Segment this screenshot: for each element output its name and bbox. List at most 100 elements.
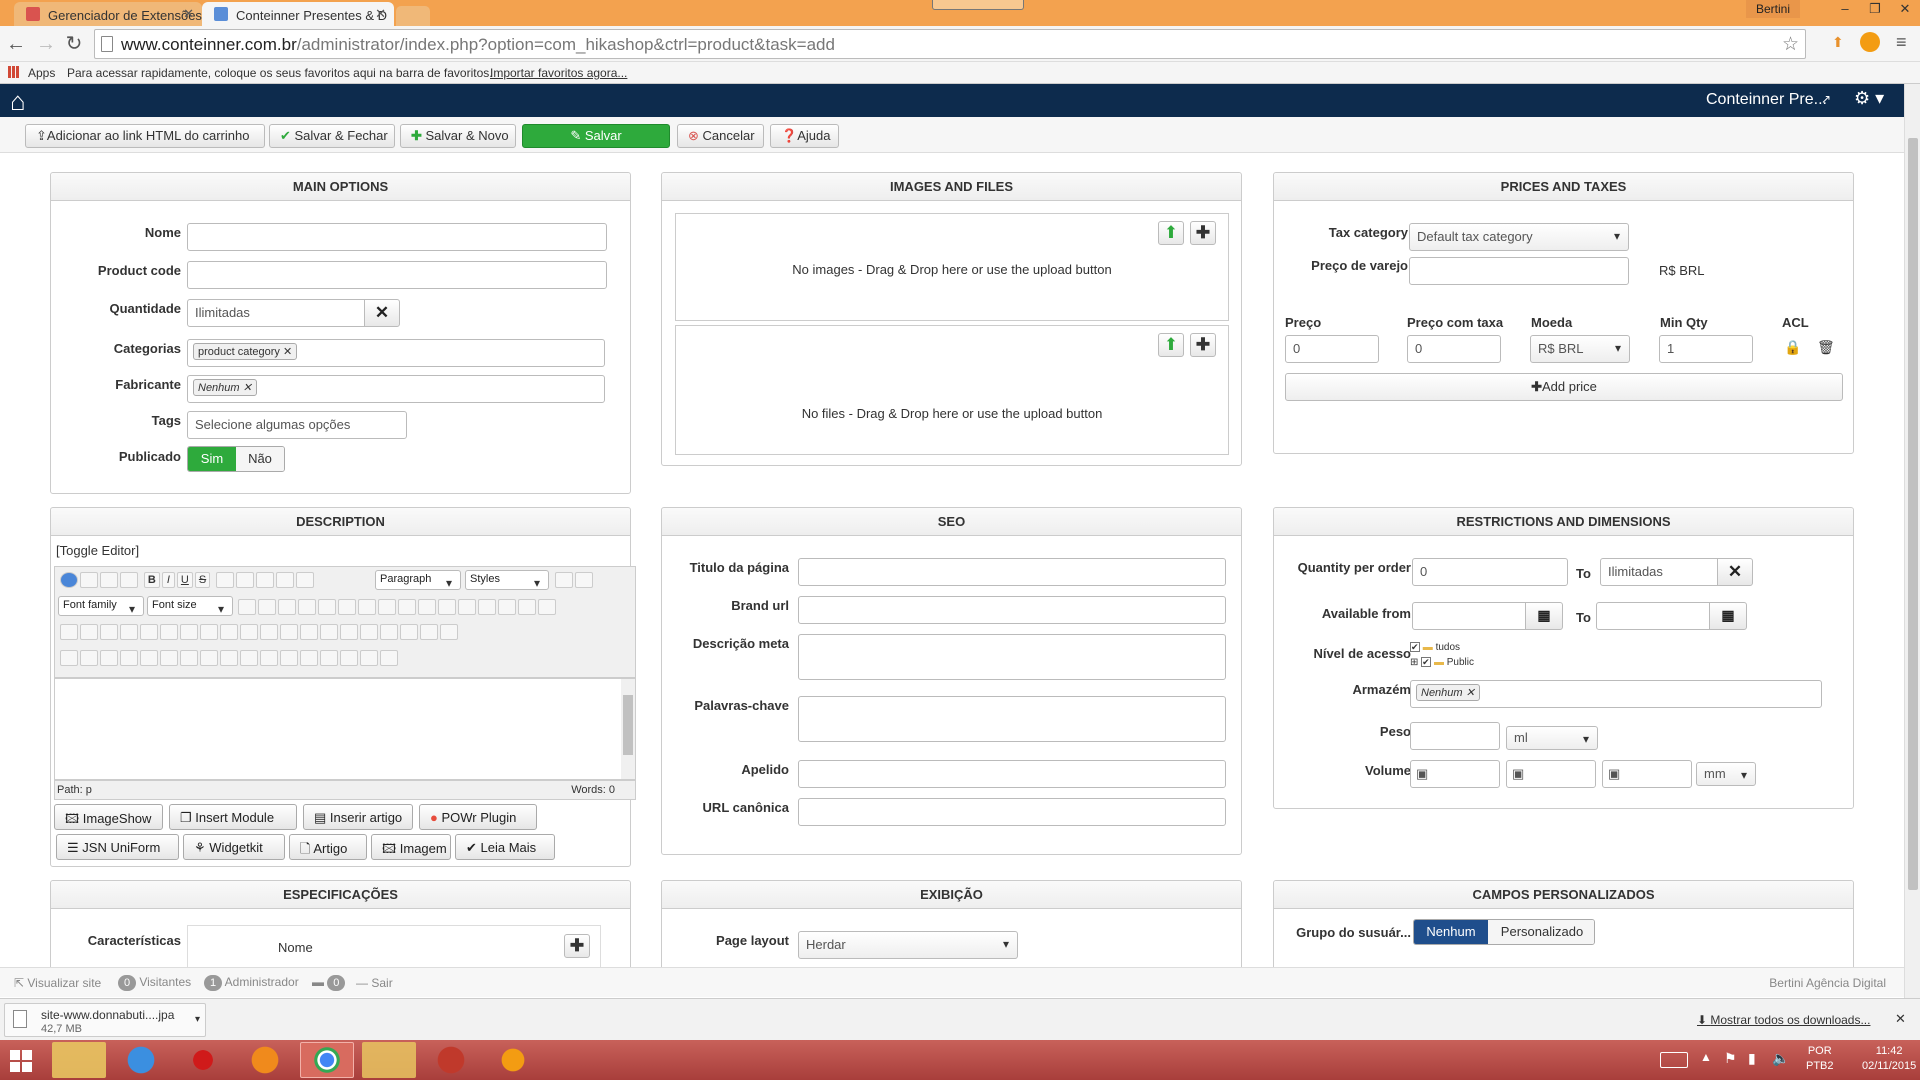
save-close-button[interactable]: ✔ Salvar & Fechar: [269, 124, 395, 148]
user-group-custom-button[interactable]: Personalizado: [1488, 920, 1594, 944]
alias-input[interactable]: [798, 760, 1226, 788]
box-icon[interactable]: [360, 650, 378, 667]
product-code-input[interactable]: [187, 261, 607, 289]
visual-aid-icon[interactable]: [60, 650, 78, 667]
add-price-button[interactable]: ✚Add price: [1285, 373, 1843, 401]
delete-col-icon[interactable]: [340, 624, 358, 641]
rtl-icon[interactable]: [80, 624, 98, 641]
jsn-uniform-button[interactable]: ☰ JSN UniForm: [56, 834, 179, 860]
link-insert-icon[interactable]: [300, 650, 318, 667]
categories-input[interactable]: product category ✕: [187, 339, 605, 367]
messages-status[interactable]: ▬ 0: [312, 975, 346, 991]
qty-min-input[interactable]: 0: [1412, 558, 1568, 586]
apps-icon[interactable]: [8, 66, 20, 78]
align-right-icon[interactable]: [256, 572, 275, 589]
upload-image-icon[interactable]: ⬆: [1158, 221, 1184, 245]
star-icon[interactable]: ☆: [1782, 33, 1799, 56]
eraser-icon[interactable]: [555, 572, 573, 589]
undo-icon[interactable]: [100, 572, 118, 589]
add-feature-icon[interactable]: ✚: [564, 934, 590, 958]
ins-icon[interactable]: [220, 650, 238, 667]
omega-icon[interactable]: [518, 599, 536, 616]
new-doc-icon[interactable]: [80, 572, 98, 589]
print-icon[interactable]: [160, 624, 178, 641]
del-icon[interactable]: [200, 650, 218, 667]
filezilla-icon[interactable]: [424, 1042, 478, 1078]
close-icon[interactable]: ✕: [375, 6, 386, 22]
find-icon[interactable]: [180, 624, 198, 641]
retail-price-input[interactable]: [1409, 257, 1629, 285]
available-to-input[interactable]: [1596, 602, 1710, 630]
blockquote-icon[interactable]: [296, 572, 315, 589]
bold-icon[interactable]: B: [143, 572, 160, 589]
name-input[interactable]: [187, 223, 607, 251]
published-no-button[interactable]: Não: [236, 447, 284, 471]
insert-module-button[interactable]: ❐ Insert Module: [169, 804, 297, 830]
toggle-editor-link[interactable]: [Toggle Editor]: [56, 543, 139, 558]
show-blocks-icon[interactable]: [80, 650, 98, 667]
clean-icon[interactable]: [575, 572, 593, 589]
page-layout-select[interactable]: Herdar: [798, 931, 1018, 959]
fullscreen-icon[interactable]: [100, 624, 118, 641]
calendar-icon[interactable]: ▦: [1525, 602, 1563, 630]
strike-icon[interactable]: S: [194, 572, 211, 589]
insert-layer-icon[interactable]: [440, 624, 458, 641]
download-item[interactable]: site-www.donnabuti....jpa 42,7 MB ▾: [4, 1003, 206, 1037]
preview-icon[interactable]: [120, 624, 138, 641]
ltr-icon[interactable]: [60, 624, 78, 641]
chrome-icon[interactable]: [300, 1042, 354, 1078]
files-dropzone[interactable]: No files - Drag & Drop here or use the u…: [675, 325, 1229, 455]
save-new-button[interactable]: ✚ Salvar & Novo: [400, 124, 516, 148]
italic-icon[interactable]: I: [161, 572, 175, 589]
volume-length-input[interactable]: ▣: [1410, 760, 1500, 788]
col-after-icon[interactable]: [320, 624, 338, 641]
editor-scrollbar[interactable]: [621, 679, 635, 779]
add-image-icon[interactable]: ✚: [1190, 221, 1216, 245]
volume-width-input[interactable]: ▣: [1506, 760, 1596, 788]
network-icon[interactable]: ▮: [1748, 1050, 1756, 1067]
split-cells-icon[interactable]: [360, 624, 378, 641]
category-tag[interactable]: product category ✕: [193, 343, 298, 360]
outdent-icon[interactable]: [378, 599, 396, 616]
meta-description-textarea[interactable]: [798, 634, 1226, 680]
ie-icon[interactable]: [114, 1042, 168, 1078]
page-scrollbar[interactable]: [1904, 84, 1920, 998]
volume-unit-select[interactable]: mm: [1696, 762, 1756, 786]
folder-icon[interactable]: [362, 1042, 416, 1078]
lock-icon[interactable]: 🔒: [1784, 339, 1801, 356]
row-props-icon[interactable]: [420, 624, 438, 641]
hr-icon[interactable]: [538, 599, 556, 616]
manufacturer-input[interactable]: Nenhum ✕: [187, 375, 605, 403]
ordered-list-icon[interactable]: [398, 599, 416, 616]
table-icon[interactable]: [220, 624, 238, 641]
close-icon[interactable]: ✕: [1895, 1011, 1906, 1027]
add-file-icon[interactable]: ✚: [1190, 333, 1216, 357]
editor-content-area[interactable]: [54, 678, 636, 780]
styles-select[interactable]: Styles: [465, 570, 549, 590]
tray-up-icon[interactable]: ▲: [1700, 1050, 1712, 1064]
user-group-none-button[interactable]: Nenhum: [1414, 920, 1488, 944]
add-cart-link-button[interactable]: ⇪Adicionar ao link HTML do carrinho: [25, 124, 265, 148]
bullet-list-icon[interactable]: [418, 599, 436, 616]
powr-plugin-button[interactable]: ● POWr Plugin: [419, 804, 537, 830]
tray-flag-icon[interactable]: ⚑: [1724, 1050, 1737, 1067]
help-icon[interactable]: [60, 572, 78, 589]
profile-badge[interactable]: Bertini: [1745, 0, 1800, 18]
spellcheck-icon[interactable]: [340, 650, 358, 667]
available-from-input[interactable]: [1412, 602, 1526, 630]
redo-icon[interactable]: [120, 572, 138, 589]
site-title-link[interactable]: Conteinner Pre...: [1706, 91, 1827, 109]
merge-cells-icon[interactable]: [380, 624, 398, 641]
font-family-select[interactable]: Font family: [58, 596, 144, 616]
brand-url-input[interactable]: [798, 596, 1226, 624]
attribs-icon[interactable]: [240, 650, 258, 667]
font-size-select[interactable]: Font size: [147, 596, 233, 616]
chevron-down-icon[interactable]: ▾: [195, 1014, 200, 1025]
close-icon[interactable]: ✕: [364, 299, 400, 327]
imageshow-button[interactable]: 🖾 ImageShow: [54, 804, 163, 830]
acronym-icon[interactable]: [120, 650, 138, 667]
replace-icon[interactable]: [200, 624, 218, 641]
page-title-input[interactable]: [798, 558, 1226, 586]
qty-max-input[interactable]: Ilimitadas: [1600, 558, 1718, 586]
copy-icon[interactable]: [298, 599, 316, 616]
